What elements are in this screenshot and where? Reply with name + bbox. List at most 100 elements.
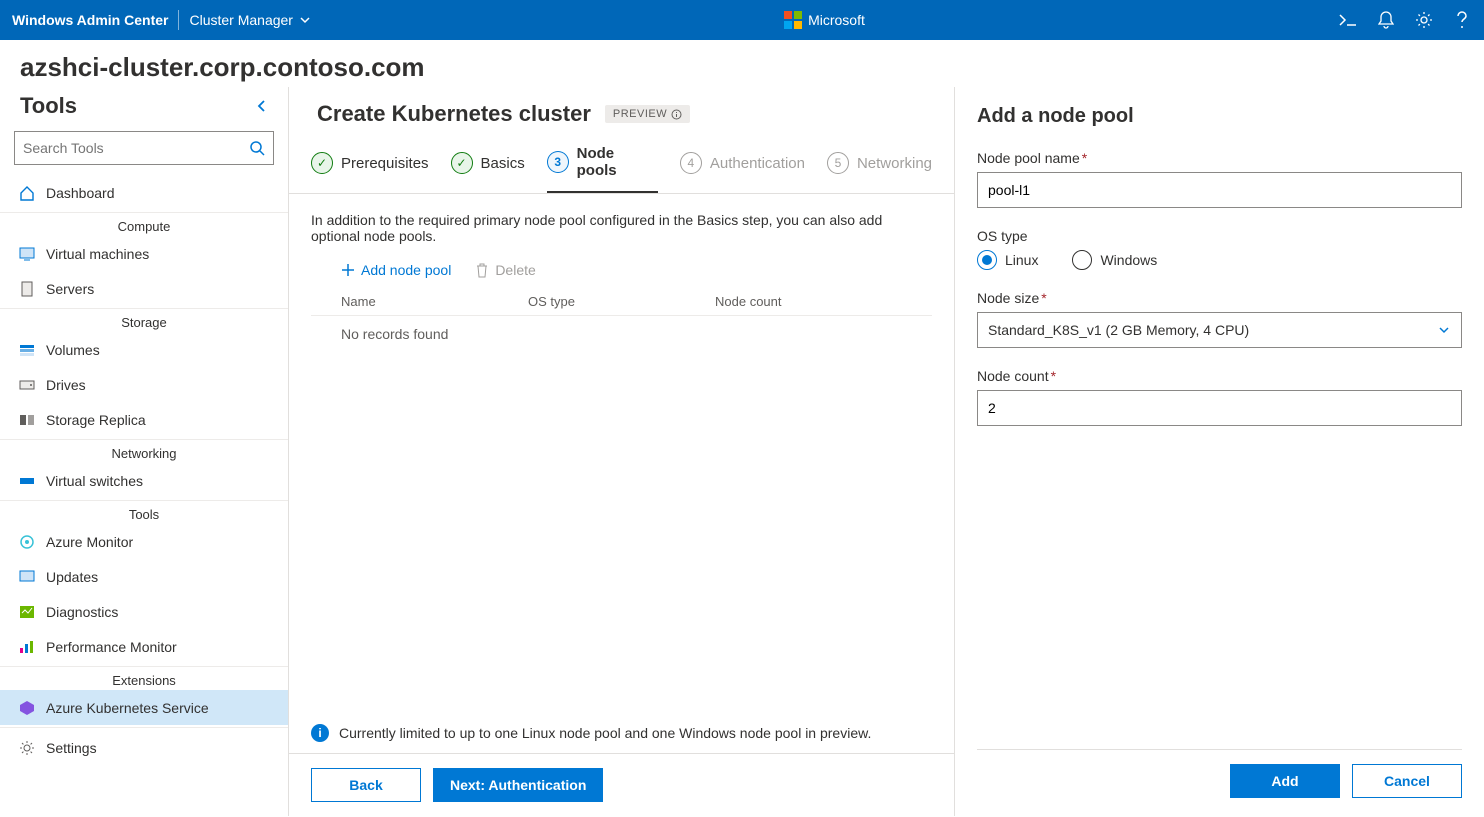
required-marker: *: [1041, 290, 1046, 306]
sidebar: Tools Dashboard Compute Virtual machines…: [0, 87, 289, 816]
label-os-type: OS type: [977, 228, 1028, 244]
os-option-linux[interactable]: Linux: [977, 250, 1038, 270]
sidebar-item-drives[interactable]: Drives: [0, 367, 288, 402]
label-pool-name: Node pool name: [977, 150, 1080, 166]
group-compute: Compute: [0, 212, 288, 236]
node-size-select[interactable]: Standard_K8S_v1 (2 GB Memory, 4 CPU): [977, 312, 1462, 348]
sidebar-item-aks[interactable]: Azure Kubernetes Service: [0, 690, 288, 725]
powershell-icon[interactable]: [1338, 10, 1358, 30]
context-dropdown[interactable]: Cluster Manager: [189, 12, 311, 28]
node-count-input[interactable]: [977, 390, 1462, 426]
sidebar-item-label: Volumes: [46, 342, 100, 358]
step-basics[interactable]: ✓ Basics: [451, 145, 525, 193]
panel-title: Add a node pool: [977, 105, 1462, 128]
panel-cancel-button[interactable]: Cancel: [1352, 764, 1462, 798]
pool-name-input[interactable]: [977, 172, 1462, 208]
brand: Microsoft: [311, 11, 1338, 29]
column-os: OS type: [528, 294, 715, 309]
updates-icon: [18, 568, 36, 586]
button-label: Add node pool: [361, 262, 451, 278]
collapse-sidebar-button[interactable]: [256, 99, 268, 113]
radio-label: Linux: [1005, 252, 1038, 268]
microsoft-logo-icon: [784, 11, 802, 29]
chevron-left-icon: [256, 99, 268, 113]
diagnostics-icon: [18, 603, 36, 621]
intro-text: In addition to the required primary node…: [311, 212, 932, 248]
sidebar-item-label: Drives: [46, 377, 86, 393]
step-prerequisites[interactable]: ✓ Prerequisites: [311, 145, 429, 193]
sidebar-item-azure-monitor[interactable]: Azure Monitor: [0, 524, 288, 559]
sidebar-item-label: Updates: [46, 569, 98, 585]
replica-icon: [18, 411, 36, 429]
back-button[interactable]: Back: [311, 768, 421, 802]
panel-add-button[interactable]: Add: [1230, 764, 1340, 798]
sidebar-item-label: Servers: [46, 281, 94, 297]
sidebar-item-diagnostics[interactable]: Diagnostics: [0, 594, 288, 629]
main-content: Create Kubernetes cluster PREVIEW ✓ Prer…: [289, 87, 954, 816]
chevron-down-icon: [1437, 323, 1451, 337]
step-label: Basics: [481, 155, 525, 172]
info-banner: i Currently limited to up to one Linux n…: [311, 716, 954, 750]
radio-label: Windows: [1100, 252, 1157, 268]
step-networking[interactable]: 5 Networking: [827, 145, 932, 193]
add-node-pool-button[interactable]: Add node pool: [341, 262, 451, 278]
step-label: Authentication: [710, 155, 805, 172]
column-count: Node count: [715, 294, 902, 309]
select-value: Standard_K8S_v1 (2 GB Memory, 4 CPU): [988, 322, 1249, 338]
step-authentication[interactable]: 4 Authentication: [680, 145, 805, 193]
wizard-footer: Back Next: Authentication: [289, 753, 954, 816]
plus-icon: [341, 263, 355, 277]
info-icon: [671, 109, 682, 120]
brand-label: Microsoft: [808, 12, 865, 28]
sidebar-item-dashboard[interactable]: Dashboard: [0, 175, 288, 210]
sidebar-item-updates[interactable]: Updates: [0, 559, 288, 594]
sidebar-item-performance-monitor[interactable]: Performance Monitor: [0, 629, 288, 664]
label-node-count: Node count: [977, 368, 1049, 384]
required-marker: *: [1051, 368, 1056, 384]
page-title: Create Kubernetes cluster: [317, 101, 591, 127]
sidebar-item-label: Virtual switches: [46, 473, 143, 489]
sidebar-item-volumes[interactable]: Volumes: [0, 332, 288, 367]
sidebar-item-servers[interactable]: Servers: [0, 271, 288, 306]
sidebar-item-label: Dashboard: [46, 185, 115, 201]
button-label: Delete: [495, 262, 535, 278]
help-icon[interactable]: [1452, 10, 1472, 30]
sidebar-item-label: Performance Monitor: [46, 639, 177, 655]
table-empty-text: No records found: [311, 316, 932, 352]
sidebar-item-label: Azure Kubernetes Service: [46, 700, 209, 716]
group-networking: Networking: [0, 439, 288, 463]
delete-button: Delete: [475, 262, 535, 278]
sidebar-item-settings[interactable]: Settings: [0, 730, 288, 765]
sidebar-item-storage-replica[interactable]: Storage Replica: [0, 402, 288, 437]
label-node-size: Node size: [977, 290, 1039, 306]
notifications-icon[interactable]: [1376, 10, 1396, 30]
perfmon-icon: [18, 638, 36, 656]
app-title[interactable]: Windows Admin Center: [12, 12, 168, 28]
search-input-field[interactable]: [23, 140, 249, 156]
required-marker: *: [1082, 150, 1087, 166]
radio-icon: [977, 250, 997, 270]
aks-icon: [18, 699, 36, 717]
step-number-icon: 5: [827, 152, 849, 174]
check-icon: ✓: [311, 152, 333, 174]
os-option-windows[interactable]: Windows: [1072, 250, 1157, 270]
sidebar-item-label: Azure Monitor: [46, 534, 133, 550]
search-tools-input[interactable]: [14, 131, 274, 165]
gear-icon: [18, 739, 36, 757]
sidebar-item-virtual-switches[interactable]: Virtual switches: [0, 463, 288, 498]
group-tools: Tools: [0, 500, 288, 524]
sidebar-item-label: Settings: [46, 740, 97, 756]
volumes-icon: [18, 341, 36, 359]
chevron-down-icon: [299, 14, 311, 26]
column-name: Name: [341, 294, 528, 309]
topbar: Windows Admin Center Cluster Manager Mic…: [0, 0, 1484, 40]
monitor-icon: [18, 533, 36, 551]
step-node-pools[interactable]: 3 Node pools: [547, 145, 658, 193]
sidebar-item-virtual-machines[interactable]: Virtual machines: [0, 236, 288, 271]
settings-icon[interactable]: [1414, 10, 1434, 30]
wizard-steps: ✓ Prerequisites ✓ Basics 3 Node pools 4 …: [289, 127, 954, 194]
info-text: Currently limited to up to one Linux nod…: [339, 725, 871, 741]
home-icon: [18, 184, 36, 202]
next-button[interactable]: Next: Authentication: [433, 768, 603, 802]
server-icon: [18, 280, 36, 298]
